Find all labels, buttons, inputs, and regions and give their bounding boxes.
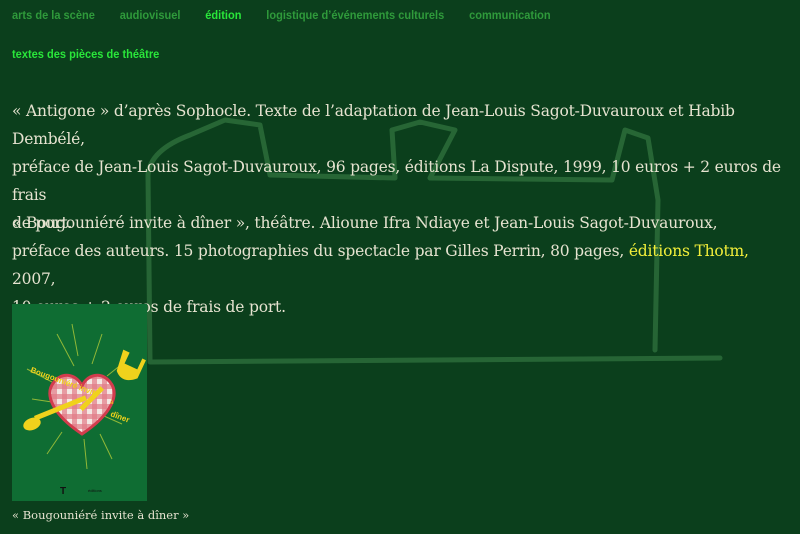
book-cover-illustration: Bougouniéré invite à dîner T éditions xyxy=(12,304,147,501)
nav-item-communication[interactable]: communication xyxy=(469,8,551,22)
subnav-item-textes-pieces-theatre[interactable]: textes des pièces de théâtre xyxy=(12,47,159,61)
nav-item-logistique[interactable]: logistique d’événements culturels xyxy=(266,8,444,22)
nav-item-arts-de-la-scene[interactable]: arts de la scène xyxy=(12,8,95,22)
main-navigation: arts de la scène audiovisuel édition logist… xyxy=(12,8,576,22)
entry-text: 2007, xyxy=(12,270,56,288)
book-cover-image[interactable]: Bougouniéré invite à dîner T éditions xyxy=(12,304,147,501)
nav-item-audiovisuel[interactable]: audiovisuel xyxy=(120,8,181,22)
entry-line: préface de Jean-Louis Sagot-Duvauroux, 9… xyxy=(12,158,781,204)
entry-line: préface des auteurs. 15 photographies du… xyxy=(12,237,782,293)
entry-line: « Bougouniéré invite à dîner », théâtre.… xyxy=(12,214,718,232)
nav-item-edition[interactable]: édition xyxy=(205,8,241,22)
publisher-link-thotm[interactable]: éditions Thotm, xyxy=(629,242,749,260)
entry-line: « Antigone » d’après Sophocle. Texte de … xyxy=(12,102,735,148)
entry-text: préface des auteurs. 15 photographies du… xyxy=(12,242,629,260)
cover-caption: « Bougouniéré invite à dîner » xyxy=(12,508,190,522)
publisher-text: éditions xyxy=(88,488,102,493)
publisher-mark: T xyxy=(60,486,66,497)
